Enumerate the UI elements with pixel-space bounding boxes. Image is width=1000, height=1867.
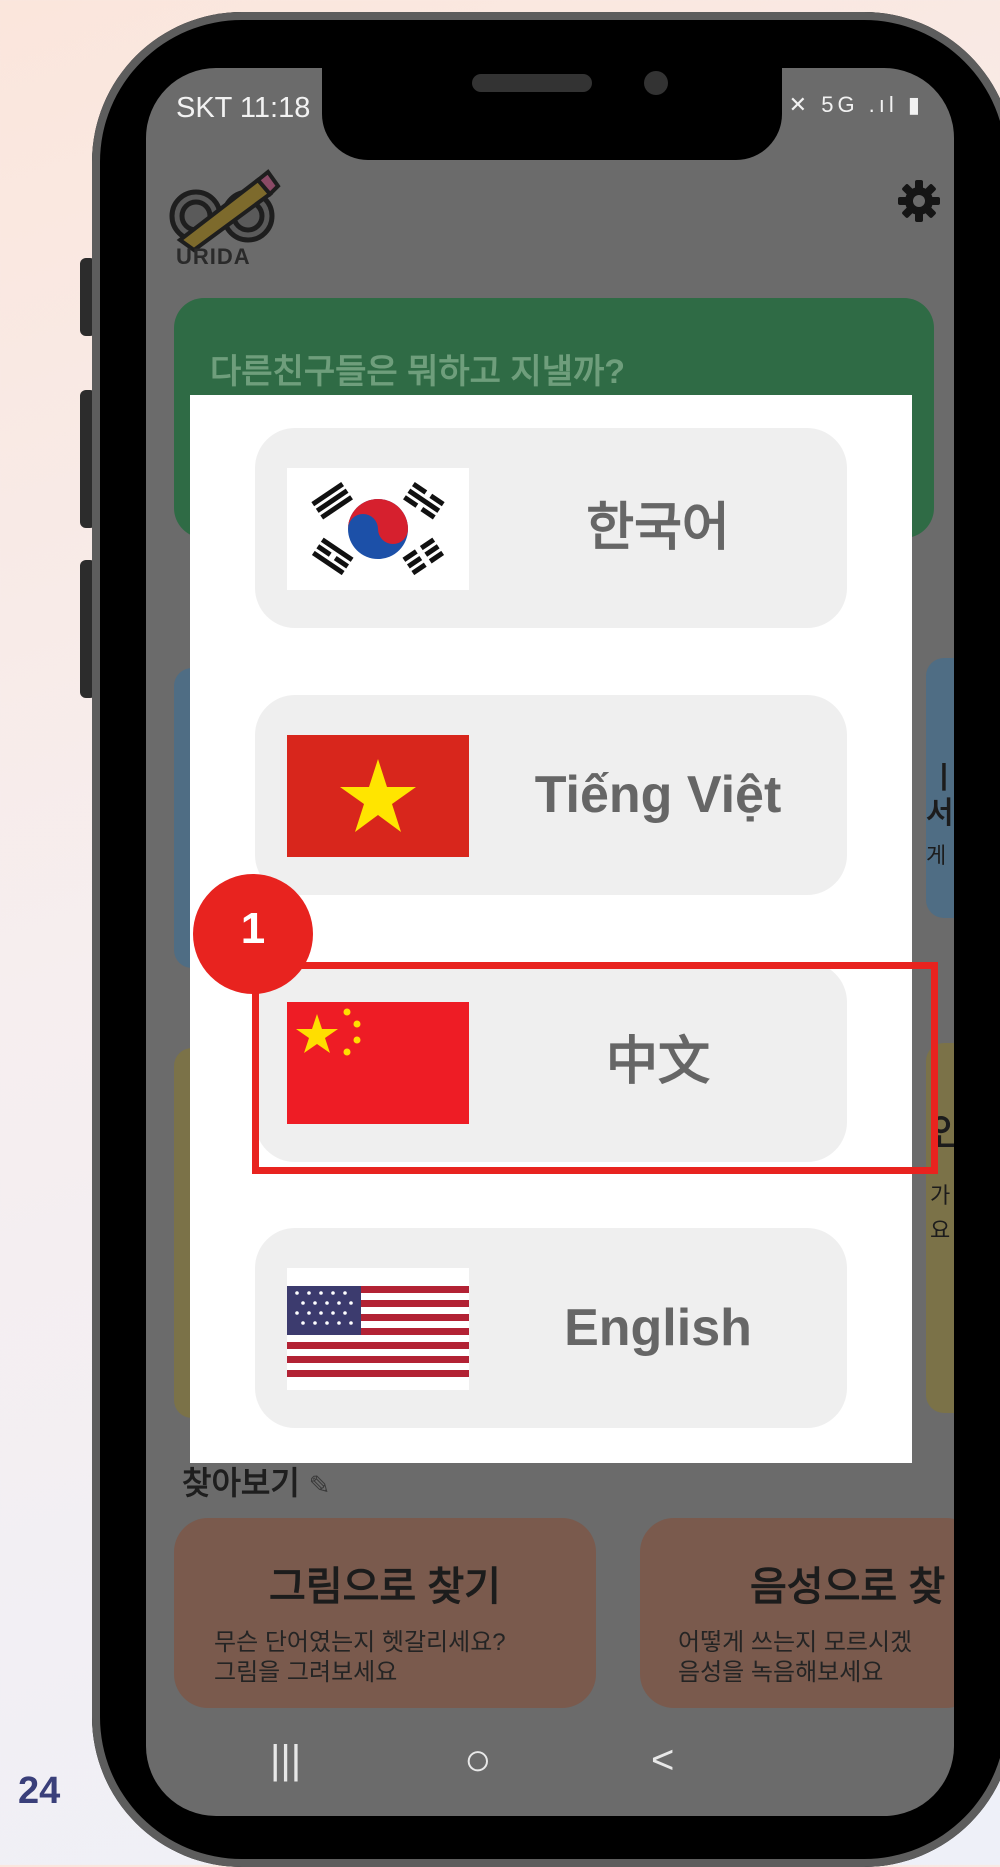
tile-desc: 무슨 단어였는지 헷갈리세요? 그림을 그려보세요 (214, 1629, 506, 1686)
language-label: English (564, 1299, 752, 1357)
status-icons: ✕ 5G .ıl ▮ (788, 92, 924, 117)
step-number-badge: 1 (193, 874, 313, 994)
banner-text: 다른친구들은 뭐하고 지낼까? (210, 353, 626, 391)
page-number: 24 (18, 1770, 61, 1812)
peek-text: 게 (926, 843, 947, 868)
tile-title: 그림으로 찾기 (269, 1565, 501, 1609)
draw-search-tile[interactable]: 그림으로 찾기 무슨 단어였는지 헷갈리세요? 그림을 그려보세요 (174, 1518, 596, 1708)
highlight-box (252, 962, 938, 1174)
pencil-icon: ✎ (308, 1470, 331, 1500)
language-label: 한국어 (586, 499, 730, 557)
system-navbar: ||| ○ < (146, 1718, 954, 1816)
app-logo-text: URIDA (176, 244, 251, 269)
back-button[interactable]: < (651, 1738, 674, 1783)
notch-speaker (472, 74, 592, 92)
section-title: 찾아보기 ✎ (182, 1458, 330, 1504)
voice-search-tile[interactable]: 음성으로 찾 어떻게 쓰는지 모르시겠 음성을 녹음해보세요 (640, 1518, 954, 1708)
peek-card-blue: ㅣ 서브 게 (926, 658, 954, 918)
vietnam-flag-icon (287, 735, 469, 857)
peek-text: 요 (930, 1218, 951, 1243)
korea-flag-icon (287, 468, 469, 590)
front-camera (644, 71, 668, 95)
settings-gear-icon[interactable] (896, 178, 942, 224)
usa-flag-icon (287, 1268, 469, 1390)
tile-title: 음성으로 찾 (750, 1565, 946, 1609)
language-label: Tiếng Việt (534, 766, 782, 824)
tile-desc: 어떻게 쓰는지 모르시겠 음성을 녹음해보세요 (678, 1629, 913, 1686)
section-title-text: 찾아보기 (182, 1465, 300, 1501)
status-time: SKT 11:18 (176, 92, 311, 124)
peek-text: 서브 (926, 797, 954, 830)
recents-button[interactable]: ||| (270, 1738, 301, 1783)
language-option-vietnamese[interactable]: Tiếng Việt (255, 695, 847, 895)
language-option-korean[interactable]: 한국어 (255, 428, 847, 628)
home-button[interactable]: ○ (464, 1732, 492, 1786)
language-option-english[interactable]: English (255, 1228, 847, 1428)
peek-text: 가 (930, 1183, 951, 1208)
phone-notch (322, 68, 782, 160)
